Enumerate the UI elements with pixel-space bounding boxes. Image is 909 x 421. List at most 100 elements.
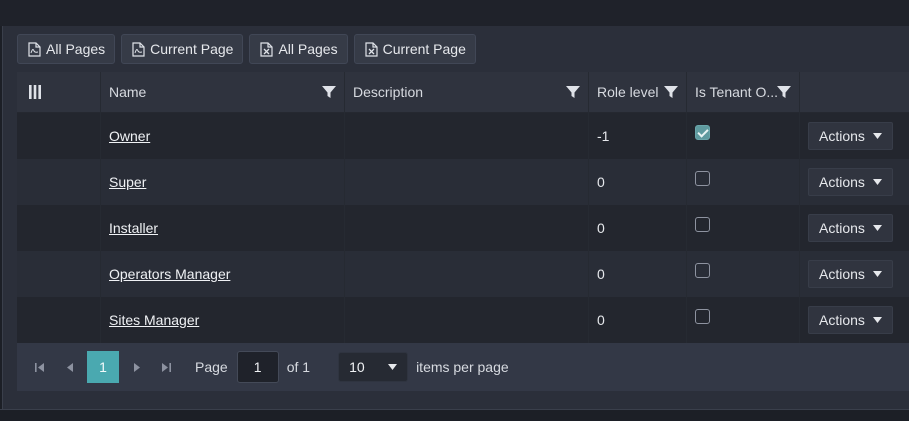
is-tenant-checkbox[interactable] xyxy=(695,216,710,232)
previous-page-button[interactable] xyxy=(55,351,85,383)
role-level-cell: 0 xyxy=(589,159,687,205)
export-pdf-all-pages-button[interactable]: All Pages xyxy=(17,34,116,64)
next-page-button[interactable] xyxy=(121,351,151,383)
column-header-name[interactable]: Name xyxy=(101,71,345,113)
table-row: Operators Manager 0 Actions xyxy=(17,251,909,297)
caret-down-icon xyxy=(872,225,882,231)
name-cell: Sites Manager xyxy=(101,297,345,343)
actions-cell: Actions xyxy=(800,205,909,251)
actions-label: Actions xyxy=(819,220,865,236)
column-header-label: Name xyxy=(109,84,147,100)
role-name-link[interactable]: Super xyxy=(109,174,146,190)
table-row: Owner -1 Actions xyxy=(17,113,909,159)
column-header-actions xyxy=(800,72,909,113)
columns-icon xyxy=(29,85,41,99)
filter-icon[interactable] xyxy=(322,85,336,99)
is-tenant-checkbox[interactable] xyxy=(695,124,710,140)
page-size-value: 10 xyxy=(349,359,365,375)
table-row: Installer 0 Actions xyxy=(17,205,909,251)
caret-down-icon xyxy=(872,133,882,139)
filter-icon[interactable] xyxy=(664,85,678,99)
actions-cell: Actions xyxy=(800,251,909,297)
role-name-link[interactable]: Sites Manager xyxy=(109,312,199,328)
actions-label: Actions xyxy=(819,312,865,328)
actions-cell: Actions xyxy=(800,297,909,343)
row-spacer-cell xyxy=(17,113,101,159)
page-number-input[interactable] xyxy=(236,351,279,383)
role-level-cell: -1 xyxy=(589,113,687,159)
caret-down-icon xyxy=(872,271,882,277)
top-band xyxy=(0,0,909,26)
export-button-label: All Pages xyxy=(46,41,106,57)
role-level-cell: 0 xyxy=(589,251,687,297)
actions-dropdown-button[interactable]: Actions xyxy=(808,168,893,196)
column-header-role-level[interactable]: Role level xyxy=(589,71,687,113)
name-cell: Owner xyxy=(101,113,345,159)
row-spacer-cell xyxy=(17,251,101,297)
last-page-icon xyxy=(162,362,171,372)
filter-icon[interactable] xyxy=(566,85,580,99)
export-excel-current-page-button[interactable]: Current Page xyxy=(353,34,476,64)
role-name-link[interactable]: Owner xyxy=(109,128,150,144)
page-size-select[interactable]: 10 xyxy=(338,352,409,382)
name-cell: Installer xyxy=(101,205,345,251)
roles-grid: Name Description Role level Is Tenant O.… xyxy=(17,71,909,343)
description-cell xyxy=(345,159,589,205)
column-header-label: Is Tenant O... xyxy=(695,84,779,100)
caret-down-icon xyxy=(872,317,882,323)
first-page-button[interactable] xyxy=(25,351,55,383)
export-pdf-current-page-button[interactable]: Current Page xyxy=(121,34,244,64)
next-page-icon xyxy=(133,362,140,372)
is-tenant-checkbox[interactable] xyxy=(695,170,710,186)
column-header-is-tenant[interactable]: Is Tenant O... xyxy=(687,71,800,113)
row-spacer-cell xyxy=(17,297,101,343)
is-tenant-cell xyxy=(687,297,800,343)
pager: 1 Page of 1 10 items per page xyxy=(17,343,909,391)
pdf-icon xyxy=(28,41,41,57)
filter-icon[interactable] xyxy=(777,85,791,99)
is-tenant-checkbox[interactable] xyxy=(695,262,710,278)
actions-dropdown-button[interactable]: Actions xyxy=(808,260,893,288)
column-header-description[interactable]: Description xyxy=(345,71,589,113)
description-cell xyxy=(345,205,589,251)
export-button-label: All Pages xyxy=(278,41,338,57)
name-cell: Super xyxy=(101,159,345,205)
role-name-link[interactable]: Installer xyxy=(109,220,158,236)
is-tenant-cell xyxy=(687,205,800,251)
actions-label: Actions xyxy=(819,266,865,282)
caret-down-icon xyxy=(872,179,882,185)
role-level-cell: 0 xyxy=(589,205,687,251)
is-tenant-cell xyxy=(687,113,800,159)
grid-header: Name Description Role level Is Tenant O.… xyxy=(17,71,909,113)
column-chooser[interactable] xyxy=(17,71,101,113)
role-name-link[interactable]: Operators Manager xyxy=(109,266,230,282)
excel-icon xyxy=(260,41,274,57)
caret-down-icon xyxy=(388,364,398,370)
description-cell xyxy=(345,113,589,159)
bottom-band xyxy=(0,409,909,421)
row-spacer-cell xyxy=(17,205,101,251)
table-row: Super 0 Actions xyxy=(17,159,909,205)
description-cell xyxy=(345,297,589,343)
role-level-cell: 0 xyxy=(589,297,687,343)
page-number-button[interactable]: 1 xyxy=(87,351,119,383)
last-page-button[interactable] xyxy=(151,351,181,383)
name-cell: Operators Manager xyxy=(101,251,345,297)
items-per-page-label: items per page xyxy=(416,359,509,375)
is-tenant-checkbox[interactable] xyxy=(695,308,710,324)
actions-cell: Actions xyxy=(800,113,909,159)
is-tenant-cell xyxy=(687,159,800,205)
export-button-label: Current Page xyxy=(150,41,234,57)
column-header-label: Description xyxy=(353,84,424,100)
actions-label: Actions xyxy=(819,128,865,144)
actions-dropdown-button[interactable]: Actions xyxy=(808,122,893,150)
page-label: Page xyxy=(195,359,228,375)
roles-grid-panel: All Pages Current Page All Pages Current… xyxy=(2,26,909,409)
table-row: Sites Manager 0 Actions xyxy=(17,297,909,343)
export-button-label: Current Page xyxy=(382,41,466,57)
export-excel-all-pages-button[interactable]: All Pages xyxy=(249,34,348,64)
actions-dropdown-button[interactable]: Actions xyxy=(808,214,893,242)
actions-cell: Actions xyxy=(800,159,909,205)
actions-dropdown-button[interactable]: Actions xyxy=(808,306,893,334)
first-page-icon xyxy=(35,362,44,372)
